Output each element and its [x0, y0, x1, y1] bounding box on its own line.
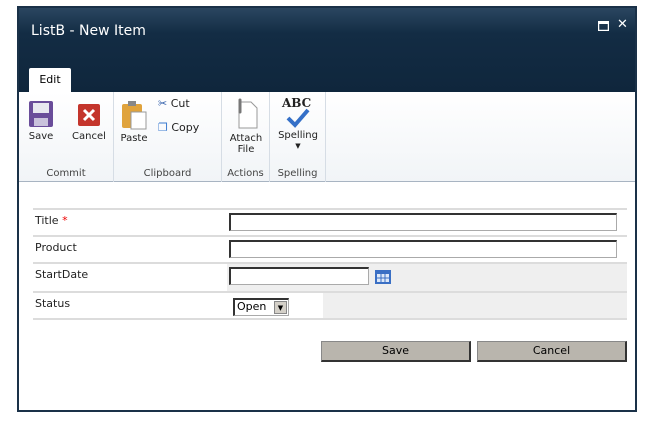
group-label-clipboard: Clipboard [143, 168, 192, 179]
attach-file-icon [238, 98, 258, 129]
attach-file-button[interactable]: Attach File [228, 98, 264, 155]
save-button[interactable]: Save [321, 341, 471, 362]
cut-label: Cut [170, 97, 190, 110]
cancel-label: Cancel [72, 131, 106, 142]
cancel-button[interactable]: Cancel [477, 341, 627, 362]
group-commit: Save Cancel Commit [19, 92, 114, 182]
field-row-startdate: StartDate [33, 262, 627, 291]
title-label: Title * [35, 214, 68, 227]
status-label: Status [35, 297, 71, 310]
group-label-commit: Commit [46, 168, 86, 179]
startdate-input[interactable] [229, 267, 369, 285]
calendar-icon[interactable] [375, 270, 391, 284]
field-row-product: Product [33, 235, 627, 262]
title-bar: ListB - New Item ✕ Edit [19, 8, 635, 93]
attach-label-2: File [237, 144, 255, 155]
spelling-label: Spelling [278, 130, 318, 141]
status-select[interactable]: Open ▼ [233, 298, 289, 316]
product-label: Product [35, 241, 77, 254]
save-icon [29, 101, 53, 127]
paste-button[interactable]: Paste [118, 100, 150, 144]
group-clipboard: Paste ✂ Cut ❐ Copy Clipboard [114, 92, 222, 182]
save-label: Save [28, 131, 54, 142]
save-ribbon-button[interactable]: Save [25, 100, 57, 142]
group-label-actions: Actions [227, 168, 264, 179]
close-icon[interactable]: ✕ [617, 17, 628, 32]
dialog-window: ListB - New Item ✕ Edit Save Cancel Comm… [17, 6, 637, 412]
paste-icon [122, 101, 147, 130]
maximize-icon[interactable] [597, 20, 610, 34]
paste-label: Paste [120, 133, 148, 144]
field-row-title: Title * [33, 208, 627, 235]
copy-label: Copy [171, 121, 200, 134]
cancel-ribbon-button[interactable]: Cancel [69, 100, 109, 142]
cancel-icon [78, 104, 100, 126]
spelling-button[interactable]: ABC Spelling ▼ [274, 97, 322, 152]
tab-edit[interactable]: Edit [29, 68, 71, 93]
group-label-spelling: Spelling [277, 168, 318, 179]
startdate-label: StartDate [35, 268, 89, 281]
chevron-down-icon: ▼ [295, 142, 301, 150]
group-spelling: ABC Spelling ▼ Spelling [270, 92, 326, 182]
field-row-status: Status Open ▼ [33, 291, 627, 320]
copy-icon: ❐ [158, 121, 168, 134]
attach-label-1: Attach [229, 133, 263, 144]
group-actions: Attach File Actions [222, 92, 270, 182]
window-title: ListB - New Item [31, 23, 146, 39]
cut-button[interactable]: ✂ Cut [158, 98, 190, 109]
scissors-icon: ✂ [158, 97, 168, 110]
title-input[interactable] [229, 213, 617, 231]
required-marker: * [62, 214, 68, 227]
product-input[interactable] [229, 240, 617, 258]
copy-button[interactable]: ❐ Copy [158, 122, 199, 133]
ribbon: Save Cancel Commit Paste ✂ Cut ❐ Copy Cl… [19, 92, 635, 182]
spelling-icon: ABC [274, 97, 322, 130]
dropdown-arrow-icon: ▼ [274, 301, 287, 314]
